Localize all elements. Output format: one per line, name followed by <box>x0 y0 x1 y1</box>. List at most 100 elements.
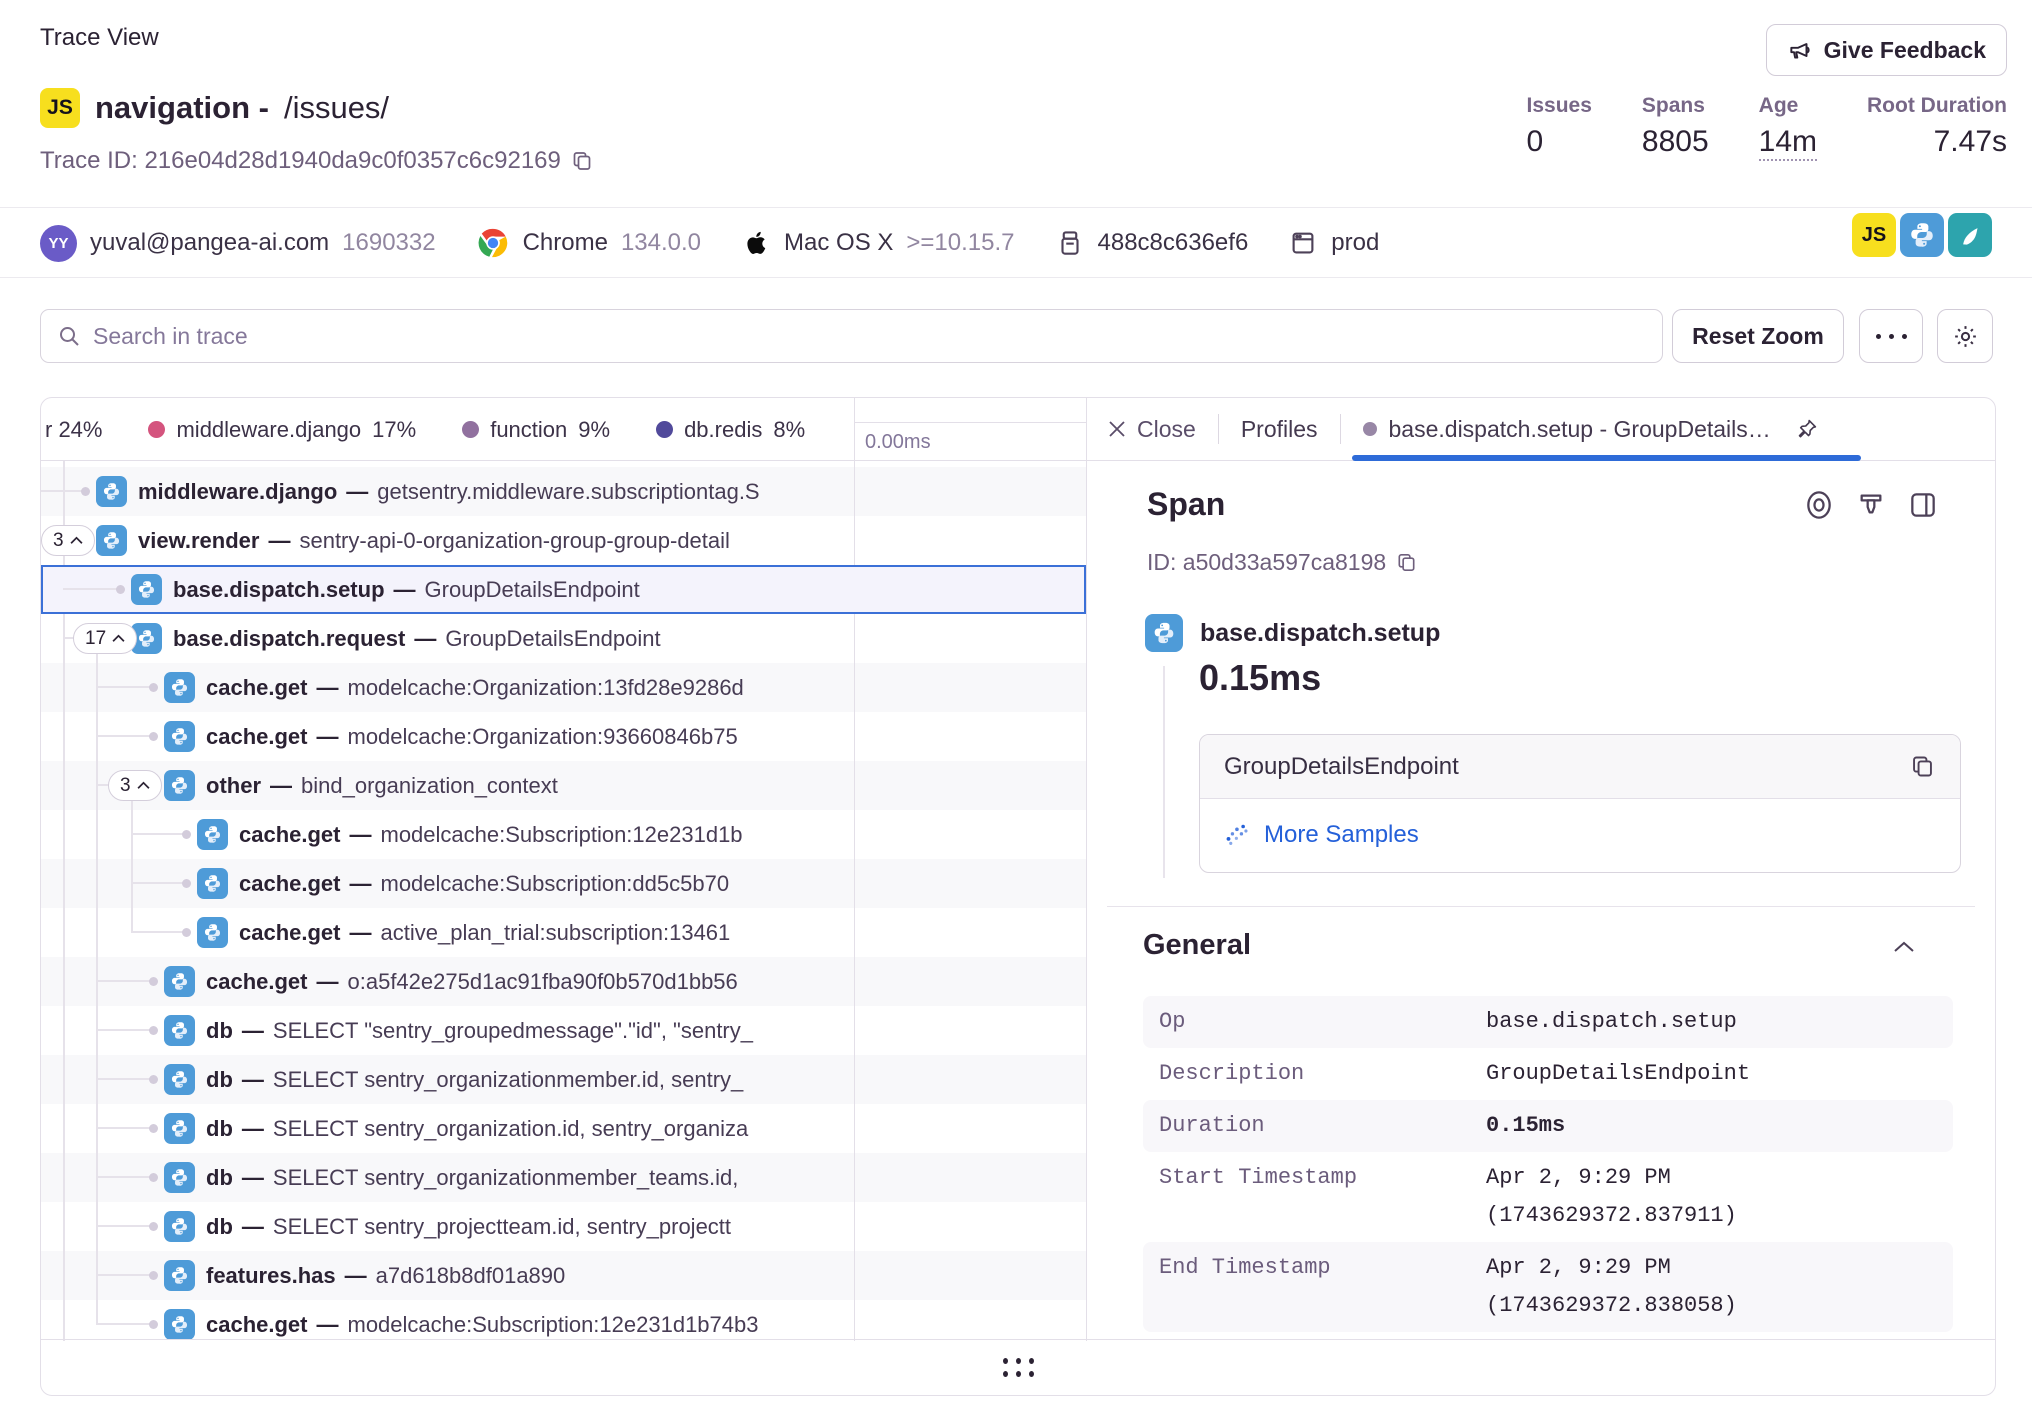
general-fields-table: Opbase.dispatch.setupDescriptionGroupDet… <box>1143 996 1953 1332</box>
collapse-section-icon[interactable] <box>1892 939 1916 955</box>
expand-children-pill[interactable]: 3 <box>41 525 95 556</box>
tree-connector-dot <box>149 1075 158 1084</box>
span-row-label: base.dispatch.setup—GroupDetailsEndpoint <box>173 565 640 614</box>
span-row[interactable]: db—SELECT sentry_projectteam.id, sentry_… <box>41 1202 1086 1251</box>
legend-item: db.redis8% <box>656 417 805 443</box>
tree-connector-line <box>63 555 65 1341</box>
tree-connector-dot <box>81 487 90 496</box>
python-icon <box>197 917 228 948</box>
span-row-label: view.render—sentry-api-0-organization-gr… <box>138 516 730 565</box>
drag-handle-icon[interactable] <box>1003 1358 1034 1377</box>
environment-chip: prod <box>1288 228 1379 258</box>
stat-age: Age 14m <box>1759 94 1817 159</box>
user-chip[interactable]: YY yuval@pangea-ai.com 1690332 <box>40 225 436 262</box>
drawer-resize-bar[interactable] <box>41 1339 1995 1395</box>
tree-connector-line <box>96 1225 153 1227</box>
python-icon <box>96 525 127 556</box>
span-row[interactable]: db—SELECT sentry_organizationmember_team… <box>41 1153 1086 1202</box>
tab-profiles[interactable]: Profiles <box>1241 416 1318 443</box>
funnel-icon[interactable] <box>1855 489 1887 521</box>
tree-connector-line <box>96 686 153 688</box>
span-op-header: base.dispatch.setup <box>1145 614 1440 652</box>
more-options-button[interactable] <box>1859 309 1923 363</box>
python-icon <box>197 868 228 899</box>
close-drawer-button[interactable]: Close <box>1107 416 1196 443</box>
span-row[interactable]: cache.get—modelcache:Subscription:12e231… <box>41 810 1086 859</box>
project-platform-icons: JS <box>1852 213 1992 257</box>
span-row[interactable]: db—SELECT sentry_organization.id, sentry… <box>41 1104 1086 1153</box>
span-details-body: Span <box>1087 461 1995 1341</box>
split-panel-icon[interactable] <box>1907 489 1939 521</box>
tree-connector-line <box>96 1274 153 1276</box>
tree-connector-line <box>63 588 120 590</box>
span-row[interactable]: db—SELECT sentry_organizationmember.id, … <box>41 1055 1086 1104</box>
transaction-path: /issues/ <box>284 90 389 126</box>
span-row-label: other—bind_organization_context <box>206 761 558 810</box>
tree-connector-line <box>131 801 133 933</box>
tree-connector-dot <box>149 732 158 741</box>
tree-connector-line <box>131 882 186 884</box>
age-value[interactable]: 14m <box>1759 125 1817 161</box>
expand-children-pill[interactable]: 17 <box>73 623 137 654</box>
span-row[interactable]: middleware.django—getsentry.middleware.s… <box>41 467 1086 516</box>
focus-span-icon[interactable] <box>1803 489 1835 521</box>
span-row[interactable]: 17base.dispatch.request—GroupDetailsEndp… <box>41 614 1086 663</box>
span-row[interactable]: base.dispatch.setup—GroupDetailsEndpoint <box>41 565 1086 614</box>
legend-item: middleware.django17% <box>148 417 416 443</box>
python-icon <box>131 574 162 605</box>
span-heading: Span <box>1147 486 1225 523</box>
tree-connector-line <box>96 735 153 737</box>
page-title: Trace View <box>40 24 159 52</box>
settings-button[interactable] <box>1937 309 1993 363</box>
section-divider <box>1107 906 1975 907</box>
span-duration: 0.15ms <box>1199 657 1321 699</box>
field-row: Opbase.dispatch.setup <box>1143 996 1953 1048</box>
general-section-title: General <box>1143 929 1251 962</box>
legend-dot <box>148 421 165 438</box>
chevron-up-icon <box>137 781 150 790</box>
span-row-label: db—SELECT sentry_projectteam.id, sentry_… <box>206 1202 731 1251</box>
search-input[interactable] <box>93 323 1646 350</box>
python-icon <box>164 721 195 752</box>
tab-span-details[interactable]: base.dispatch.setup - GroupDetails… <box>1363 416 1819 443</box>
span-row[interactable]: 3 view.render—sentry-api-0-organization-g… <box>41 516 1086 565</box>
tree-connector-line <box>96 653 98 1325</box>
apple-icon <box>741 228 771 258</box>
tree-connector-line <box>96 980 153 982</box>
more-samples-link[interactable]: More Samples <box>1264 821 1419 849</box>
span-row[interactable]: 3 other—bind_organization_context <box>41 761 1086 810</box>
pin-icon[interactable] <box>1795 417 1819 441</box>
copy-icon[interactable] <box>570 149 594 173</box>
span-row[interactable]: cache.get—modelcache:Organization:936608… <box>41 712 1086 761</box>
span-id: ID: a50d33a597ca8198 <box>1147 549 1418 576</box>
expand-children-pill[interactable]: 3 <box>108 770 162 801</box>
trace-title: JS navigation - /issues/ <box>40 88 389 128</box>
give-feedback-button[interactable]: Give Feedback <box>1766 24 2007 76</box>
python-platform-icon <box>1900 213 1944 257</box>
span-row[interactable]: cache.get—modelcache:Organization:13fd28… <box>41 663 1086 712</box>
span-row[interactable]: cache.get—o:a5f42e275d1ac91fba90f0b570d1… <box>41 957 1086 1006</box>
span-row-label: cache.get—modelcache:Subscription:dd5c5b… <box>239 859 729 908</box>
python-icon <box>164 1211 195 1242</box>
field-row: DescriptionGroupDetailsEndpoint <box>1143 1048 1953 1100</box>
field-label: Op <box>1143 996 1486 1048</box>
span-description-card: GroupDetailsEndpoint <box>1199 734 1961 873</box>
span-row[interactable]: cache.get—active_plan_trial:subscription… <box>41 908 1086 957</box>
span-row[interactable]: cache.get—modelcache:Subscription:12e231… <box>41 1300 1086 1341</box>
span-op-dot <box>1363 422 1377 436</box>
span-row[interactable]: features.has—a7d618b8df01a890 <box>41 1251 1086 1300</box>
reset-zoom-button[interactable]: Reset Zoom <box>1672 309 1844 363</box>
span-row[interactable]: db—SELECT "sentry_groupedmessage"."id", … <box>41 1006 1086 1055</box>
span-description: GroupDetailsEndpoint <box>1224 753 1459 781</box>
python-icon <box>164 1064 195 1095</box>
span-row[interactable]: cache.get—modelcache:Subscription:dd5c5b… <box>41 859 1086 908</box>
ops-breakdown-legend: r 24% middleware.django17% function9% db… <box>41 398 1086 461</box>
search-bar <box>40 309 1663 363</box>
legend-item-clipped: r 24% <box>45 417 102 443</box>
copy-icon[interactable] <box>1909 753 1936 780</box>
tree-connector-dot <box>116 585 125 594</box>
copy-icon[interactable] <box>1395 551 1418 574</box>
span-row-label: features.has—a7d618b8df01a890 <box>206 1251 565 1300</box>
browser-chip: Chrome 134.0.0 <box>476 226 701 260</box>
python-icon <box>164 1309 195 1340</box>
